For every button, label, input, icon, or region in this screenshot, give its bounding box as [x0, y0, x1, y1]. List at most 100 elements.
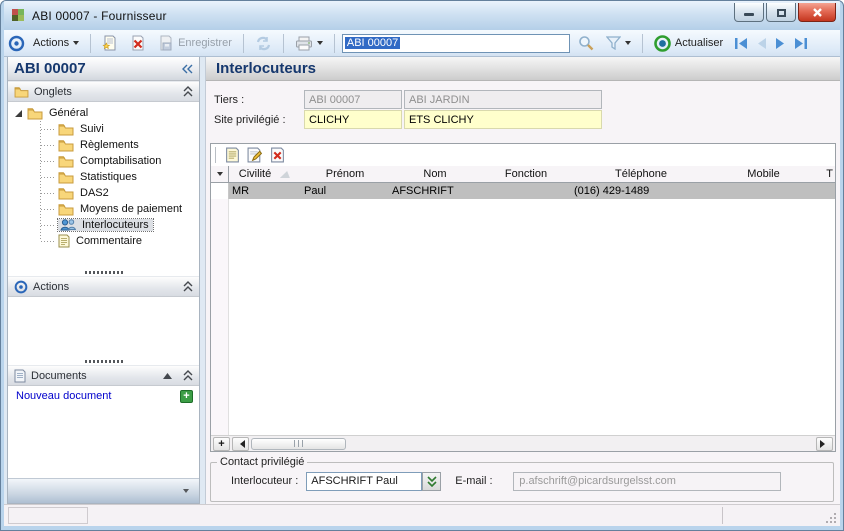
chevron-down-icon: [316, 41, 323, 48]
search-input[interactable]: ABI 00007: [341, 33, 570, 53]
restore-button[interactable]: [766, 3, 796, 22]
resize-grip[interactable]: [826, 513, 836, 523]
column-header-mobile[interactable]: Mobile: [711, 168, 816, 180]
actions-label: Actions: [33, 37, 70, 49]
arrow-left-icon: [236, 439, 245, 448]
nav-next-icon: [776, 37, 785, 49]
site-code-field[interactable]: CLICHY: [304, 110, 402, 129]
tree-item-label: Commentaire: [76, 235, 143, 247]
nav-last-button[interactable]: [793, 37, 809, 50]
actions-button[interactable]: Actions: [29, 35, 83, 51]
close-icon: [812, 7, 822, 17]
contact-section: Contact privilégié Interlocuteur : AFSCH…: [206, 452, 840, 504]
chevron-down-icon: [73, 41, 80, 48]
separator: [282, 33, 284, 53]
interlocuteur-dropdown-button[interactable]: [422, 471, 442, 491]
nav-last-icon: [795, 37, 808, 49]
close-button[interactable]: [798, 3, 836, 22]
column-header-nom[interactable]: Nom: [389, 168, 481, 180]
site-name-field[interactable]: ETS CLICHY: [404, 110, 602, 129]
table-row[interactable]: MR Paul AFSCHRIFT (016) 429-1489: [211, 183, 835, 199]
target-icon: [8, 35, 25, 51]
interlocuteur-label: Interlocuteur :: [231, 475, 299, 487]
title-bar[interactable]: ABI 00007 - Fournisseur: [4, 1, 840, 30]
new-document-row: Nouveau document +: [8, 386, 199, 404]
window-bottom-border: [4, 526, 840, 530]
delete-record-button[interactable]: [126, 33, 150, 53]
actualiser-label: Actualiser: [674, 37, 724, 49]
save-icon: [160, 35, 172, 51]
nav-first-button[interactable]: [733, 37, 749, 50]
nav-previous-button[interactable]: [755, 37, 768, 50]
separator: [333, 33, 335, 53]
delete-row-icon: [271, 147, 284, 163]
new-document-link[interactable]: Nouveau document: [16, 390, 180, 402]
filter-button[interactable]: [602, 34, 635, 52]
grid-menu-icon: [216, 172, 223, 179]
tree-item-label: Interlocuteurs: [82, 219, 149, 231]
tree-item-general[interactable]: Général: [14, 105, 199, 121]
section-header-onglets[interactable]: Onglets: [8, 81, 199, 102]
row-selector[interactable]: [211, 183, 229, 199]
collapse-up-icon[interactable]: [183, 86, 193, 97]
grid-add-quick-button[interactable]: +: [213, 436, 230, 451]
grid-edit-button[interactable]: [247, 147, 263, 163]
tiers-label: Tiers :: [214, 93, 245, 106]
collapse-up-icon[interactable]: [183, 281, 193, 292]
horizontal-scrollbar[interactable]: +: [211, 435, 835, 451]
section-header-documents[interactable]: Documents: [8, 365, 199, 386]
scrollbar-thumb[interactable]: [251, 437, 346, 450]
tree-item-comptabilisation[interactable]: Comptabilisation: [41, 153, 199, 169]
add-document-button[interactable]: +: [180, 389, 193, 403]
refresh-button[interactable]: [251, 34, 276, 53]
refresh-icon: [256, 36, 270, 50]
column-header-telephone[interactable]: Téléphone: [571, 168, 711, 180]
header-form: Tiers : ABI 00007 ABI JARDIN Site privil…: [206, 81, 840, 141]
tree-item-das2[interactable]: DAS2: [41, 185, 199, 201]
search-button[interactable]: [574, 33, 598, 53]
interlocuteur-value: AFSCHRIFT Paul: [311, 475, 398, 487]
column-header-telecopie[interactable]: T: [816, 168, 835, 180]
scroll-left-button[interactable]: [232, 436, 249, 451]
double-chevron-down-icon: [427, 475, 437, 487]
tree-item-reglements[interactable]: Règlements: [41, 137, 199, 153]
collapse-left-icon[interactable]: [182, 64, 193, 74]
scroll-up-icon[interactable]: [163, 372, 172, 379]
scroll-right-button[interactable]: [816, 436, 833, 451]
folder-icon: [14, 86, 29, 98]
nav-next-button[interactable]: [774, 37, 787, 50]
new-record-button[interactable]: [98, 33, 122, 53]
grid-add-button[interactable]: [225, 147, 240, 163]
collapse-up-icon[interactable]: [183, 370, 193, 381]
folder-icon: [58, 139, 74, 151]
tree-item-statistiques[interactable]: Statistiques: [41, 169, 199, 185]
tree-item-suivi[interactable]: Suivi: [41, 121, 199, 137]
documents-section-label: Documents: [31, 369, 87, 382]
status-bar: [4, 504, 840, 526]
column-header-prenom[interactable]: Prénom: [301, 168, 389, 180]
grid-delete-button[interactable]: [270, 147, 285, 163]
tree-item-label: Moyens de paiement: [80, 203, 183, 215]
email-field: p.afschrift@picardsurgelsst.com: [513, 471, 782, 491]
column-header-civilite[interactable]: Civilité: [229, 168, 301, 180]
grid-menu-cell[interactable]: [211, 166, 229, 182]
tree-item-moyens-de-paiement[interactable]: Moyens de paiement: [41, 201, 199, 217]
splitter-handle[interactable]: [8, 268, 199, 276]
column-header-fonction[interactable]: Fonction: [481, 168, 571, 180]
folder-icon: [27, 107, 43, 119]
add-row-icon: [226, 147, 239, 163]
section-header-actions[interactable]: Actions: [8, 276, 199, 297]
folder-icon: [58, 155, 74, 167]
print-button[interactable]: [291, 34, 327, 53]
minimize-button[interactable]: [734, 3, 764, 22]
tree-item-interlocuteurs[interactable]: Interlocuteurs: [41, 217, 199, 233]
tree-item-commentaire[interactable]: Commentaire: [41, 233, 199, 249]
folder-icon: [58, 171, 74, 183]
sidebar-bottom-bar[interactable]: [8, 478, 199, 503]
tree-expander-icon[interactable]: [14, 109, 23, 118]
interlocuteur-select[interactable]: AFSCHRIFT Paul: [306, 471, 423, 491]
print-icon: [295, 36, 312, 50]
actualiser-button[interactable]: Actualiser: [650, 33, 727, 54]
save-button[interactable]: Enregistrer: [154, 33, 236, 53]
splitter-handle[interactable]: [8, 357, 199, 365]
